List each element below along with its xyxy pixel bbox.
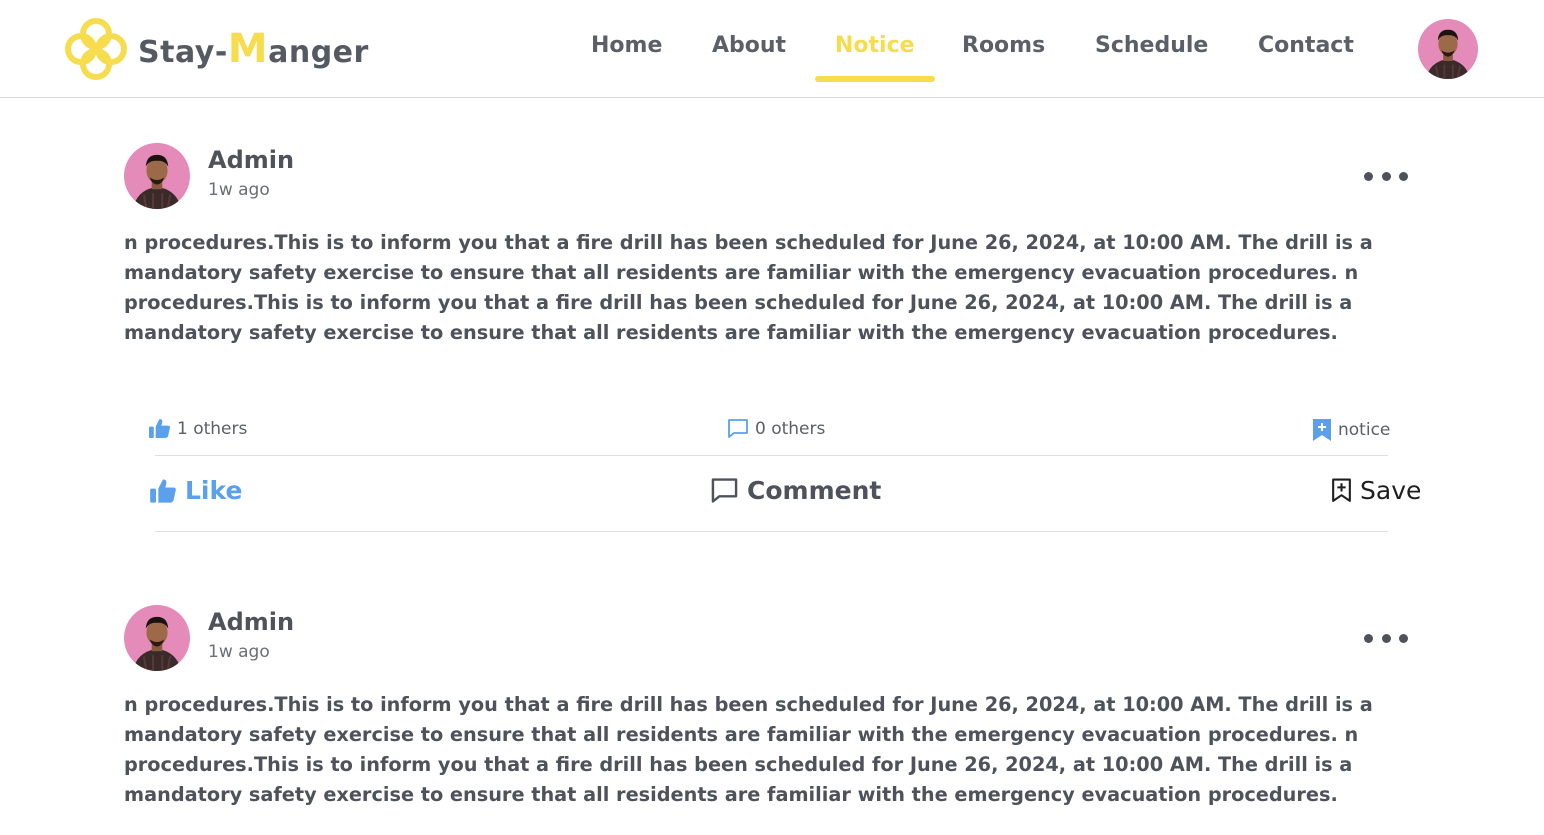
nav-home[interactable]: Home	[591, 33, 662, 58]
comments-count[interactable]: 0 others	[727, 418, 825, 439]
likes-count-text: 1 others	[177, 418, 248, 439]
divider	[155, 531, 1388, 532]
post-timestamp: 1w ago	[208, 180, 270, 200]
nav-contact[interactable]: Contact	[1258, 33, 1354, 58]
nav-schedule[interactable]: Schedule	[1095, 33, 1208, 58]
post-timestamp: 1w ago	[208, 642, 270, 662]
post-tag[interactable]: notice	[1312, 418, 1390, 442]
nav-rooms[interactable]: Rooms	[962, 33, 1045, 58]
comment-bubble-icon	[711, 478, 738, 503]
bookmark-plus-outline-icon	[1332, 478, 1351, 502]
top-navbar: Stay-Manger Home About Notice Rooms Sche…	[0, 0, 1544, 98]
bookmark-plus-icon	[1313, 419, 1331, 441]
main-nav: Home About Notice Rooms Schedule Contact	[0, 33, 1544, 83]
thumbs-up-icon	[149, 418, 170, 439]
like-button[interactable]: Like	[149, 476, 242, 505]
post-body-text: n procedures.This is to inform you that …	[124, 231, 1373, 344]
post-more-options-icon[interactable]	[1364, 631, 1408, 645]
save-button[interactable]: Save	[1331, 476, 1421, 505]
post-body-text: n procedures.This is to inform you that …	[124, 693, 1373, 806]
nav-about[interactable]: About	[712, 33, 786, 58]
comment-button-label: Comment	[747, 476, 882, 505]
save-button-label: Save	[1360, 476, 1422, 505]
comment-bubble-icon	[728, 419, 748, 438]
divider	[155, 455, 1388, 456]
post-author-name[interactable]: Admin	[208, 608, 294, 636]
post-author-avatar[interactable]	[124, 143, 190, 209]
active-nav-indicator	[815, 76, 935, 82]
likes-count[interactable]: 1 others	[148, 418, 247, 439]
comment-button[interactable]: Comment	[710, 476, 881, 505]
like-button-label: Like	[185, 476, 243, 505]
post-stats-row: 1 others 0 others notice	[0, 418, 1544, 444]
post-actions-row: Like Comment Save	[0, 476, 1544, 512]
post-tag-text: notice	[1338, 420, 1391, 440]
user-profile-avatar[interactable]	[1418, 19, 1478, 79]
nav-notice[interactable]: Notice	[835, 33, 915, 58]
post-author-name[interactable]: Admin	[208, 146, 294, 174]
thumbs-up-icon	[150, 478, 176, 503]
post-more-options-icon[interactable]	[1364, 169, 1408, 183]
comments-count-text: 0 others	[755, 418, 826, 439]
post-author-avatar[interactable]	[124, 605, 190, 671]
